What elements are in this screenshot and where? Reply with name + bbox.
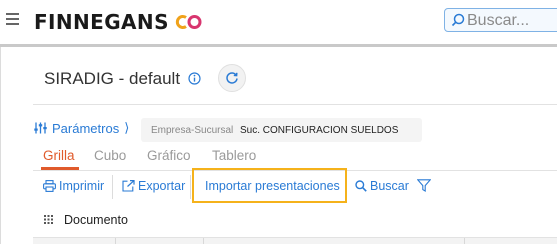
info-icon[interactable]: [188, 72, 201, 85]
refresh-icon: [226, 72, 238, 84]
menu-icon[interactable]: [6, 13, 19, 25]
grid-column-header-row: [33, 237, 557, 244]
search-label: Buscar: [370, 179, 409, 193]
page-header: SIRADIG - default: [33, 47, 557, 105]
finnegans-logo-icon: [175, 15, 202, 29]
tab-tablero[interactable]: Tablero: [212, 148, 256, 163]
search-icon: [451, 13, 465, 27]
export-button[interactable]: Exportar: [122, 179, 185, 193]
print-button[interactable]: Imprimir: [43, 179, 104, 193]
column-separator[interactable]: [464, 238, 465, 244]
tab-grafico[interactable]: Gráfico: [147, 148, 191, 163]
search-icon: [355, 180, 367, 192]
parameters-label: Parámetros: [52, 120, 120, 136]
parameters-link[interactable]: Parámetros ⟩: [34, 120, 129, 136]
brand[interactable]: FINNEGANS: [34, 10, 203, 34]
grid-group-label: Documento: [64, 213, 128, 227]
export-label: Exportar: [138, 179, 186, 193]
top-bar: FINNEGANS: [0, 0, 557, 44]
sliders-icon: [34, 122, 47, 134]
search-box[interactable]: [444, 8, 557, 32]
filter-button[interactable]: [417, 179, 434, 192]
search-input[interactable]: [467, 11, 557, 30]
toolbar-search-button[interactable]: Buscar: [355, 179, 409, 193]
column-separator[interactable]: [203, 238, 204, 244]
filter-label: Empresa-Sucursal: [151, 125, 234, 136]
toolbar-separator: [112, 175, 113, 199]
print-label: Imprimir: [59, 179, 105, 193]
filter-value: Suc. CONFIGURACION SUELDOS: [240, 125, 399, 136]
brand-name: FINNEGANS: [34, 10, 169, 34]
tab-cubo[interactable]: Cubo: [94, 148, 126, 163]
print-icon: [43, 180, 56, 192]
grid-group-header: Documento: [33, 207, 557, 231]
left-panel-divider: [0, 47, 1, 244]
refresh-button[interactable]: [218, 64, 246, 92]
export-icon: [122, 180, 135, 192]
drag-handle-icon[interactable]: [44, 215, 53, 224]
grid-toolbar: Imprimir Exportar Importar presentacione…: [33, 168, 557, 203]
page-title: SIRADIG - default: [44, 69, 181, 88]
toolbar-separator: [190, 175, 191, 199]
column-separator[interactable]: [115, 238, 116, 244]
tab-grilla[interactable]: Grilla: [43, 148, 75, 163]
company-branch-filter[interactable]: Empresa-Sucursal Suc. CONFIGURACION SUEL…: [141, 118, 422, 142]
chevron-right-icon: ⟩: [124, 120, 130, 135]
filter-icon: [417, 179, 431, 192]
import-highlight-box: [192, 168, 347, 203]
